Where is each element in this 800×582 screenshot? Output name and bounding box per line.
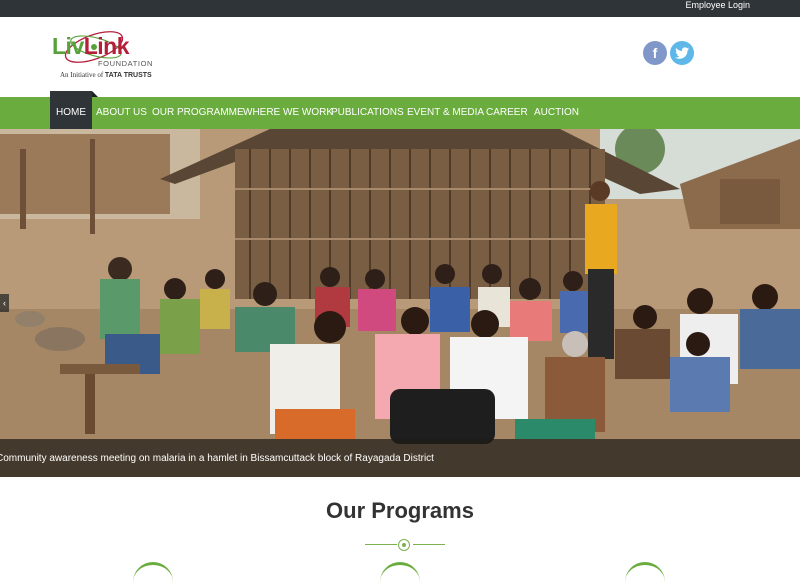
section-divider (365, 539, 445, 551)
twitter-icon[interactable] (670, 41, 694, 65)
nav-publications[interactable]: PUBLICATIONS (331, 97, 404, 129)
employee-login-link[interactable]: Employee Login (685, 0, 750, 11)
program-icon-3[interactable] (625, 562, 665, 582)
hero-caption: Community awareness meeting on malaria i… (0, 453, 434, 464)
hero-caption-bar: Community awareness meeting on malaria i… (0, 439, 800, 477)
logo-subtitle: FOUNDATION (98, 59, 154, 68)
nav-auction[interactable]: AUCTION (534, 97, 579, 129)
nav-about-us[interactable]: ABOUT US (96, 97, 147, 129)
nav-our-programme[interactable]: OUR PROGRAMME (152, 97, 244, 129)
livolink-logo[interactable]: LivLink FOUNDATION An Initiative of TATA… (50, 25, 165, 85)
nav-event-media[interactable]: EVENT & MEDIA (407, 97, 484, 129)
program-icon-2[interactable] (380, 562, 420, 582)
programs-heading: Our Programs (326, 498, 474, 523)
top-bar: Employee Login (0, 0, 800, 17)
nav-where-we-work[interactable]: WHERE WE WORK (243, 97, 333, 129)
program-icon-1[interactable] (133, 562, 173, 582)
hero-photo (0, 129, 800, 477)
divider-dot-icon (398, 539, 410, 551)
nav-career[interactable]: CAREER (486, 97, 528, 129)
hero-slider[interactable]: Community awareness meeting on malaria i… (0, 129, 800, 477)
logo-wordmark: LivLink (52, 33, 130, 59)
slider-prev-arrow-icon[interactable]: ‹ (0, 294, 9, 312)
logo-initiative: An Initiative of TATA TRUSTS (60, 71, 152, 79)
facebook-icon[interactable]: f (643, 41, 667, 65)
site-header: LivLink FOUNDATION An Initiative of TATA… (0, 17, 800, 97)
main-navigation: HOME ABOUT US OUR PROGRAMME WHERE WE WOR… (0, 91, 800, 129)
nav-home[interactable]: HOME (50, 91, 98, 129)
